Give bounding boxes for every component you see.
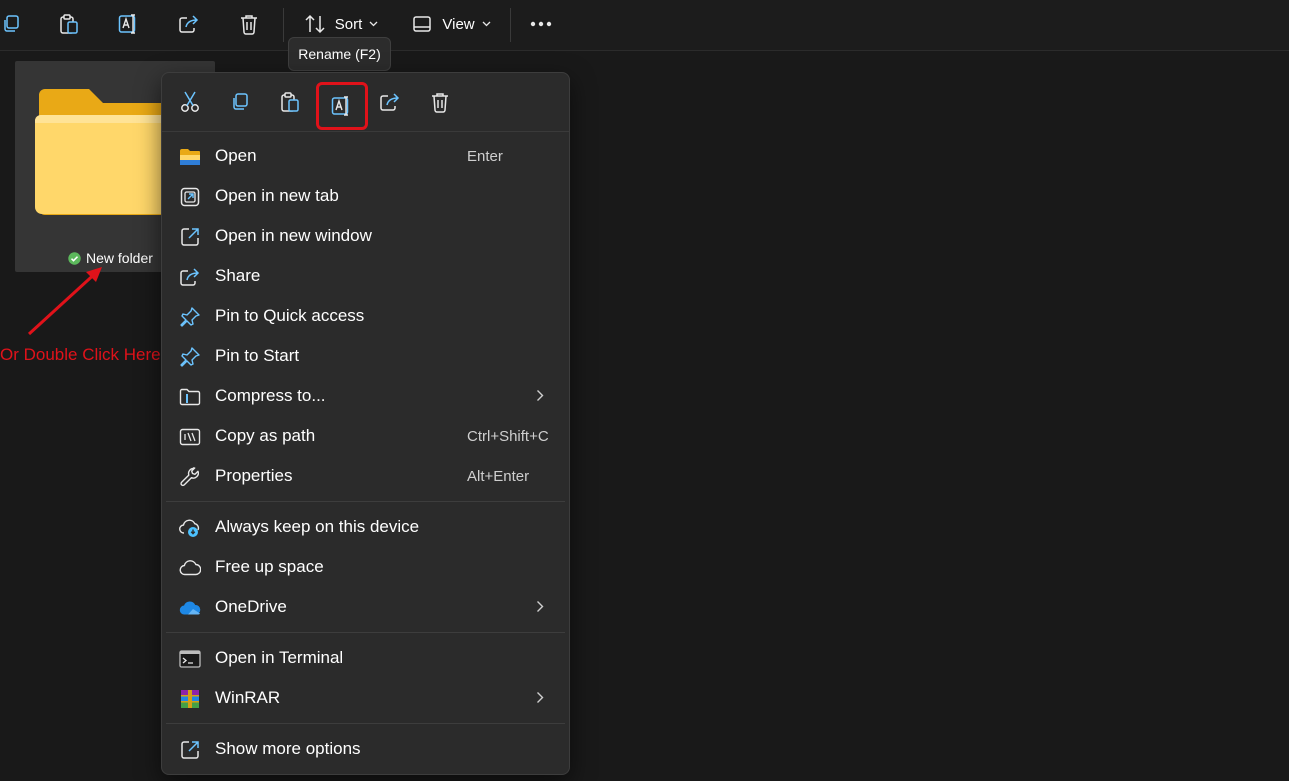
- menu-item-onedrive[interactable]: OneDrive: [166, 588, 565, 626]
- menu-item-share[interactable]: Share: [166, 257, 565, 295]
- menu-item-copy-as-path[interactable]: Copy as path Ctrl+Shift+C: [166, 417, 565, 455]
- share-icon: [179, 15, 199, 33]
- copy-button[interactable]: [220, 83, 260, 121]
- copy-icon: [4, 15, 19, 32]
- delete-icon: [432, 93, 448, 113]
- menu-item-show-more-options[interactable]: Show more options: [166, 730, 565, 768]
- menu-item-free-up-space[interactable]: Free up space: [166, 548, 565, 586]
- quick-actions-bar: [162, 73, 569, 132]
- rename-icon: [118, 14, 136, 34]
- rename-button[interactable]: [316, 82, 368, 130]
- menu-item-open-new-window[interactable]: Open in new window: [166, 217, 565, 255]
- chevron-down-icon: [369, 21, 378, 27]
- menu-item-open-terminal[interactable]: Open in Terminal: [166, 639, 565, 677]
- rename-icon: [331, 96, 349, 116]
- pin-icon: [179, 306, 201, 328]
- menu-separator: [166, 632, 565, 633]
- share-button[interactable]: [170, 5, 208, 43]
- share-icon: [179, 266, 201, 288]
- delete-icon: [241, 15, 257, 35]
- cut-button[interactable]: [170, 83, 210, 121]
- menu-item-pin-quick-access[interactable]: Pin to Quick access: [166, 297, 565, 335]
- menu-item-open-new-tab[interactable]: Open in new tab: [166, 177, 565, 215]
- menu-item-label: Pin to Quick access: [215, 306, 365, 325]
- winrar-icon: [179, 688, 201, 710]
- chevron-down-icon: [482, 21, 491, 27]
- menu-item-label: Open in new tab: [215, 186, 339, 205]
- chevron-right-icon: [537, 692, 544, 703]
- zip-icon: [179, 386, 201, 408]
- menu-item-shortcut: Enter: [467, 147, 503, 165]
- rename-tooltip: Rename (F2): [288, 37, 391, 71]
- annotation-text: Or Double Click Here: [0, 345, 161, 364]
- menu-item-label: Open: [215, 146, 257, 165]
- menu-item-label: Share: [215, 266, 261, 285]
- menu-item-label: Open in new window: [215, 226, 372, 245]
- toolbar-separator: [510, 8, 511, 42]
- rename-button[interactable]: [110, 5, 148, 43]
- paste-button[interactable]: [270, 83, 310, 121]
- wrench-icon: [179, 466, 201, 488]
- menu-item-label: OneDrive: [215, 597, 287, 616]
- share-button[interactable]: [370, 83, 410, 121]
- copy-icon: [233, 93, 248, 110]
- new-tab-icon: [179, 186, 201, 208]
- chevron-right-icon: [537, 390, 544, 401]
- toolbar-separator: [283, 8, 284, 42]
- chevron-right-icon: [537, 601, 544, 612]
- sort-icon: [305, 14, 325, 34]
- view-button[interactable]: View: [408, 5, 496, 43]
- cut-icon: [181, 91, 199, 112]
- menu-item-always-keep[interactable]: Always keep on this device: [166, 508, 565, 546]
- menu-item-label: Open in Terminal: [215, 648, 344, 667]
- view-label: View: [442, 15, 475, 33]
- share-icon: [380, 93, 400, 111]
- menu-item-shortcut: Ctrl+Shift+C: [467, 427, 549, 445]
- copy-button[interactable]: [0, 5, 30, 43]
- delete-button[interactable]: [420, 83, 460, 121]
- delete-button[interactable]: [230, 5, 268, 43]
- menu-item-compress[interactable]: Compress to...: [166, 377, 565, 415]
- paste-button[interactable]: [50, 5, 88, 43]
- paste-icon: [281, 92, 299, 112]
- menu-item-shortcut: Alt+Enter: [467, 467, 530, 485]
- context-menu: Open Enter Open in new tab Open in new w…: [161, 72, 570, 775]
- terminal-icon: [179, 648, 201, 670]
- menu-item-label: WinRAR: [215, 688, 281, 707]
- menu-item-label: Pin to Start: [215, 346, 300, 365]
- paste-icon: [60, 14, 78, 34]
- menu-item-winrar[interactable]: WinRAR: [166, 679, 565, 717]
- sort-label: Sort: [334, 15, 363, 33]
- cloud-outline-icon: [179, 557, 201, 579]
- more-options-icon: [179, 739, 201, 761]
- folder-icon: [179, 146, 201, 168]
- cloud-keep-icon: [179, 517, 201, 539]
- pin-icon: [179, 346, 201, 368]
- menu-item-label: Properties: [215, 466, 293, 485]
- view-icon: [413, 16, 432, 32]
- menu-separator: [166, 723, 565, 724]
- menu-item-label: Show more options: [215, 739, 361, 758]
- menu-item-label: Free up space: [215, 557, 324, 576]
- menu-item-open[interactable]: Open Enter: [166, 137, 565, 175]
- menu-item-label: Always keep on this device: [215, 517, 420, 536]
- menu-item-pin-start[interactable]: Pin to Start: [166, 337, 565, 375]
- menu-item-label: Copy as path: [215, 426, 316, 445]
- copy-path-icon: [179, 426, 201, 448]
- onedrive-icon: [179, 597, 201, 619]
- more-button[interactable]: [522, 5, 560, 43]
- menu-item-label: Compress to...: [215, 386, 326, 405]
- command-bar: Sort View: [0, 0, 1289, 51]
- annotation-arrow: [27, 267, 102, 336]
- new-window-icon: [179, 226, 201, 248]
- menu-item-properties[interactable]: Properties Alt+Enter: [166, 457, 565, 495]
- menu-separator: [166, 501, 565, 502]
- more-icon: [530, 21, 552, 27]
